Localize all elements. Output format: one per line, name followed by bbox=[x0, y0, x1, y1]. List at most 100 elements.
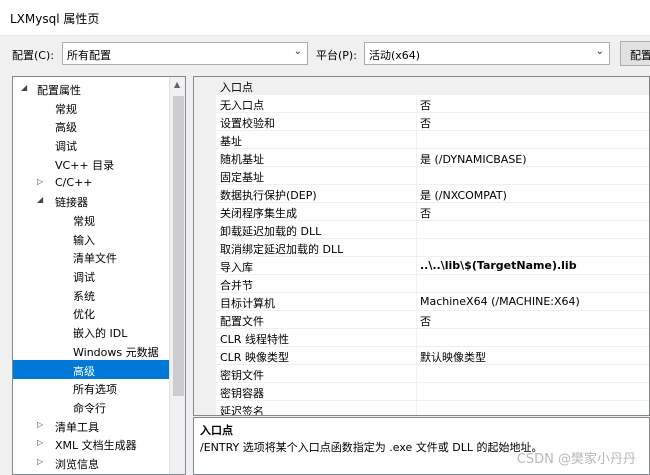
tree-item-label: 嵌入的 IDL bbox=[73, 327, 128, 341]
config-label: 配置(C): bbox=[12, 49, 54, 62]
tree-item[interactable]: 嵌入的 IDL bbox=[13, 322, 169, 341]
expanded-arrow-icon[interactable]: ◢ bbox=[21, 83, 27, 92]
property-name: 合并节 bbox=[220, 279, 253, 292]
tree-item[interactable]: 优化 bbox=[13, 303, 169, 322]
tree-item[interactable]: 所有选项 bbox=[13, 378, 169, 397]
property-name: 随机基址 bbox=[220, 153, 264, 166]
property-row[interactable]: 密钥容器 bbox=[216, 383, 649, 401]
column-divider bbox=[416, 77, 417, 95]
tree-item[interactable]: ◢ 配置属性 bbox=[13, 79, 169, 98]
tree-item[interactable]: 常规 bbox=[13, 210, 169, 229]
column-divider bbox=[416, 275, 417, 293]
tree-item[interactable]: VC++ 目录 bbox=[13, 154, 169, 173]
column-divider bbox=[416, 167, 417, 185]
property-name: 密钥文件 bbox=[220, 369, 264, 382]
tree-item-label: 常规 bbox=[55, 102, 77, 116]
property-row[interactable]: 延迟签名 bbox=[216, 401, 649, 416]
property-row[interactable]: 设置校验和 否 bbox=[216, 113, 649, 131]
tree-item[interactable]: 高级 bbox=[13, 359, 169, 379]
tree-item[interactable]: ▷ 清单工具 bbox=[13, 416, 169, 435]
collapsed-arrow-icon[interactable]: ▷ bbox=[37, 420, 43, 429]
tree-item-label: 清单工具 bbox=[55, 420, 99, 434]
property-row[interactable]: 固定基址 bbox=[216, 167, 649, 185]
property-name: 基址 bbox=[220, 135, 242, 148]
scroll-up-icon[interactable]: ▲ bbox=[174, 80, 180, 89]
tree-item[interactable]: Windows 元数据 bbox=[13, 341, 169, 360]
tree-item[interactable]: 输入 bbox=[13, 229, 169, 248]
property-value[interactable]: 是 (/DYNAMICBASE) bbox=[420, 151, 527, 167]
property-value[interactable]: 否 bbox=[420, 205, 431, 221]
property-name: 延迟签名 bbox=[220, 405, 264, 416]
platform-label: 平台(P): bbox=[316, 49, 357, 62]
collapsed-arrow-icon[interactable]: ▷ bbox=[37, 177, 43, 186]
scroll-thumb[interactable] bbox=[173, 96, 184, 396]
collapsed-arrow-icon[interactable]: ▷ bbox=[37, 438, 43, 447]
property-name: 数据执行保护(DEP) bbox=[220, 189, 317, 202]
property-row[interactable]: 关闭程序集生成 否 bbox=[216, 203, 649, 221]
tree-item[interactable]: 命令行 bbox=[13, 397, 169, 416]
column-divider bbox=[416, 221, 417, 239]
property-row[interactable]: 随机基址 是 (/DYNAMICBASE) bbox=[216, 149, 649, 167]
property-value[interactable]: 否 bbox=[420, 97, 431, 113]
tree-scrollbar[interactable]: ▲ bbox=[169, 77, 185, 474]
tree-item-label: 常规 bbox=[73, 214, 95, 228]
property-name: 设置校验和 bbox=[220, 117, 275, 130]
column-divider bbox=[416, 239, 417, 257]
property-row[interactable]: 配置文件 否 bbox=[216, 311, 649, 329]
column-divider bbox=[416, 347, 417, 365]
platform-dropdown[interactable]: 活动(x64) ⌄ bbox=[364, 42, 610, 65]
config-dropdown[interactable]: 所有配置 ⌄ bbox=[62, 42, 308, 65]
column-divider bbox=[416, 185, 417, 203]
config-manager-button[interactable]: 配置 bbox=[620, 41, 650, 66]
tree-item-label: 调试 bbox=[73, 271, 95, 284]
tree-item-label: 清单文件 bbox=[73, 252, 117, 266]
tree-item[interactable]: 常规 bbox=[13, 98, 169, 117]
property-value[interactable]: 否 bbox=[420, 313, 431, 329]
tree-item[interactable]: 调试 bbox=[13, 135, 169, 154]
tree-item-label: 所有选项 bbox=[73, 383, 117, 397]
property-row[interactable]: 数据执行保护(DEP) 是 (/NXCOMPAT) bbox=[216, 185, 649, 203]
tree-item[interactable]: 调试 bbox=[13, 266, 169, 285]
property-row[interactable]: 导入库 ..\..\lib\$(TargetName).lib bbox=[216, 257, 649, 275]
config-value: 所有配置 bbox=[67, 49, 111, 62]
tree-item-label: Windows 元数据 bbox=[73, 345, 159, 359]
property-row[interactable]: 入口点 bbox=[216, 77, 649, 95]
property-row[interactable]: CLR 线程特性 bbox=[216, 329, 649, 347]
tree-item[interactable]: ▷ C/C++ bbox=[13, 173, 169, 192]
column-divider bbox=[416, 113, 417, 131]
property-row[interactable]: 密钥文件 bbox=[216, 365, 649, 383]
description-text: /ENTRY 选项将某个入口点函数指定为 .exe 文件或 DLL 的起始地址。 bbox=[200, 441, 543, 454]
property-name: 固定基址 bbox=[220, 171, 264, 184]
property-value[interactable]: 否 bbox=[420, 115, 431, 131]
description-title: 入口点 bbox=[200, 424, 233, 437]
tree-item-label: 调试 bbox=[55, 140, 77, 154]
property-row[interactable]: 目标计算机 MachineX64 (/MACHINE:X64) bbox=[216, 293, 649, 311]
tree-item[interactable]: 清单文件 bbox=[13, 247, 169, 266]
property-value[interactable]: ..\..\lib\$(TargetName).lib bbox=[420, 259, 577, 272]
property-row[interactable]: CLR 映像类型 默认映像类型 bbox=[216, 347, 649, 365]
property-value[interactable]: MachineX64 (/MACHINE:X64) bbox=[420, 295, 580, 308]
column-divider bbox=[416, 131, 417, 149]
tree-item[interactable]: ▷ XML 文档生成器 bbox=[13, 434, 169, 453]
tree-item[interactable]: ◢ 链接器 bbox=[13, 191, 169, 210]
tree-item-label: 高级 bbox=[55, 121, 77, 135]
expanded-arrow-icon[interactable]: ◢ bbox=[37, 195, 43, 204]
property-tree: ◢ 配置属性 常规 高级 调试 VC++ 目录 ▷ C/C++ ◢ 链接器 常规 输入 清单文件 调试 系统… bbox=[12, 76, 186, 475]
tree-item[interactable]: 系统 bbox=[13, 285, 169, 304]
property-name: 配置文件 bbox=[220, 315, 264, 328]
column-divider bbox=[416, 401, 417, 415]
property-row[interactable]: 基址 bbox=[216, 131, 649, 149]
tree-item-label: XML 文档生成器 bbox=[55, 439, 137, 453]
property-value[interactable]: 默认映像类型 bbox=[420, 349, 486, 365]
tree-item[interactable]: 高级 bbox=[13, 116, 169, 135]
property-row[interactable]: 合并节 bbox=[216, 275, 649, 293]
collapsed-arrow-icon[interactable]: ▷ bbox=[37, 457, 43, 466]
tree-item-label: 链接器 bbox=[55, 196, 88, 210]
property-value[interactable]: 是 (/NXCOMPAT) bbox=[420, 187, 507, 203]
tree-item-label: C/C++ bbox=[55, 175, 93, 189]
property-row[interactable]: 取消绑定延迟加载的 DLL bbox=[216, 239, 649, 257]
property-name: 目标计算机 bbox=[220, 297, 275, 310]
property-row[interactable]: 无入口点 否 bbox=[216, 95, 649, 113]
property-row[interactable]: 卸载延迟加载的 DLL bbox=[216, 221, 649, 239]
tree-item[interactable]: ▷ 浏览信息 bbox=[13, 453, 169, 472]
